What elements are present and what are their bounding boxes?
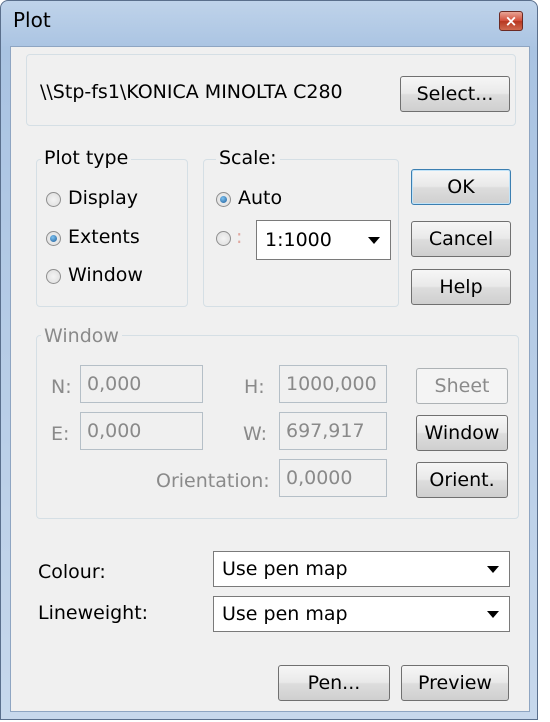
scale-custom-radio[interactable] [216,231,231,246]
colour-label: Colour: [38,561,106,583]
scale-dropdown-value: 1:1000 [265,229,332,251]
lineweight-dropdown-value: Use pen map [222,603,348,625]
plot-type-display-label: Display [68,187,139,209]
close-icon: × [504,12,518,30]
n-label: N: [51,376,72,398]
chevron-down-icon [487,611,499,618]
plot-type-window-radio[interactable] [46,269,61,284]
title-bar[interactable]: Plot × [1,1,537,32]
h-label: H: [244,376,265,398]
w-label: W: [243,423,268,445]
scale-auto-label: Auto [238,187,283,209]
plot-type-display-radio[interactable] [46,192,61,207]
orientation-field-value: 0,0000 [286,467,353,489]
window-title: Plot [13,8,51,32]
pen-button[interactable]: Pen... [278,665,390,701]
help-button[interactable]: Help [411,269,511,305]
plot-type-label: Plot type [41,147,132,169]
w-field-value: 697,917 [286,420,365,442]
plot-type-extents-radio[interactable] [46,231,61,246]
lineweight-label: Lineweight: [38,602,149,624]
plot-dialog-window: Plot × \\Stp-fs1\KONICA MINOLTA C280 Sel… [0,0,538,720]
w-field[interactable]: 697,917 [279,412,387,450]
e-field[interactable]: 0,000 [80,412,203,450]
orientation-label: Orientation: [156,470,270,492]
scale-label: Scale: [216,147,280,169]
window-button[interactable]: Window [416,415,508,451]
e-field-value: 0,000 [87,420,142,442]
orient-button[interactable]: Orient. [416,462,508,498]
n-field-value: 0,000 [87,373,142,395]
colour-dropdown-value: Use pen map [222,558,348,580]
plot-type-window-label: Window [68,264,143,286]
scale-auto-radio[interactable] [216,192,231,207]
close-button[interactable]: × [499,11,523,31]
printer-name: \\Stp-fs1\KONICA MINOLTA C280 [40,81,343,103]
chevron-down-icon [368,237,380,244]
cancel-button[interactable]: Cancel [411,221,511,257]
select-printer-button[interactable]: Select... [400,76,510,112]
ok-button[interactable]: OK [411,169,511,205]
orientation-field[interactable]: 0,0000 [279,459,387,497]
colour-dropdown[interactable]: Use pen map [213,551,510,587]
h-field[interactable]: 1000,000 [279,365,387,403]
plot-type-extents-label: Extents [68,226,140,248]
n-field[interactable]: 0,000 [80,365,203,403]
dialog-client-area: \\Stp-fs1\KONICA MINOLTA C280 Select... … [10,46,530,712]
scale-custom-label: : [236,226,243,248]
preview-button[interactable]: Preview [401,665,509,701]
sheet-button[interactable]: Sheet [416,368,508,404]
chevron-down-icon [487,566,499,573]
e-label: E: [51,423,70,445]
lineweight-dropdown[interactable]: Use pen map [213,596,510,632]
window-group-label: Window [41,325,122,347]
h-field-value: 1000,000 [286,373,377,395]
scale-dropdown[interactable]: 1:1000 [256,220,391,260]
